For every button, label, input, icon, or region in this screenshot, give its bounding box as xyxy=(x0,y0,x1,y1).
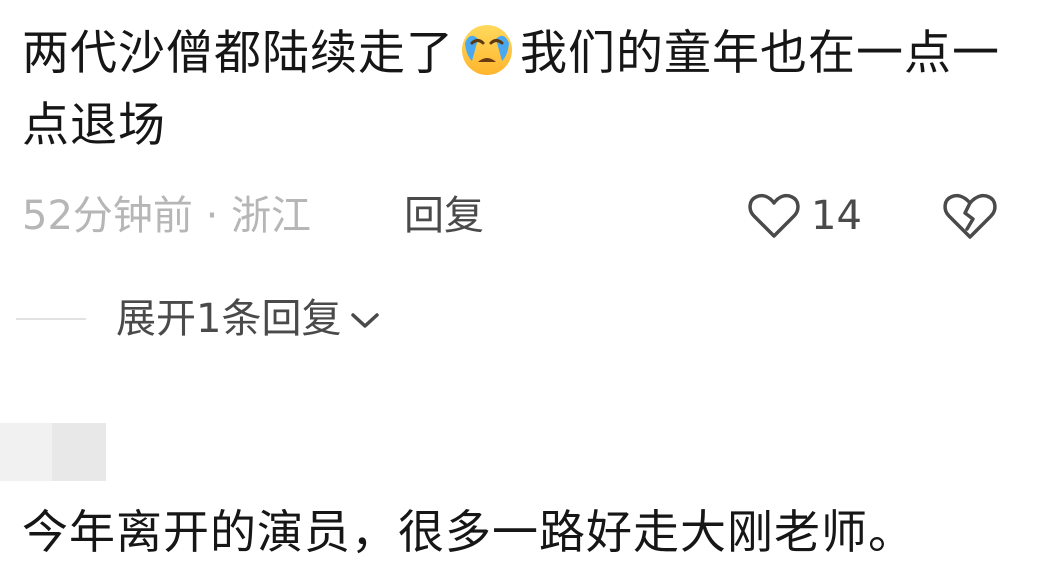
chevron-down-icon xyxy=(351,313,380,328)
comment-text: 今年离开的演员，很多一路好走大刚老师。 xyxy=(22,505,915,559)
reply-button[interactable]: 回复 xyxy=(404,186,484,246)
comment-timestamp-location: 52分钟前 · 浙江 xyxy=(22,186,311,246)
crying-face-icon xyxy=(462,25,512,75)
like-button[interactable]: 14 xyxy=(747,186,862,246)
expand-replies-label[interactable]: 展开1条回复 xyxy=(116,290,341,348)
like-count: 14 xyxy=(811,193,862,239)
comment-text: 两代沙僧都陆续走了 我们的童年也在一点一点退场 xyxy=(22,18,1042,162)
comment-location: 浙江 xyxy=(231,193,312,239)
avatar[interactable] xyxy=(0,423,106,481)
expand-replies[interactable]: 展开1条回复 xyxy=(16,290,381,348)
divider-line xyxy=(16,318,86,320)
meta-separator: · xyxy=(192,193,232,239)
comment-meta: 52分钟前 · 浙江 回复 14 xyxy=(22,186,1042,246)
heart-icon xyxy=(748,193,800,238)
broken-heart-icon xyxy=(943,193,997,239)
comment-text-part1: 两代沙僧都陆续走了 xyxy=(22,26,454,81)
comment-time: 52分钟前 xyxy=(22,193,193,239)
dislike-button[interactable] xyxy=(942,186,998,246)
